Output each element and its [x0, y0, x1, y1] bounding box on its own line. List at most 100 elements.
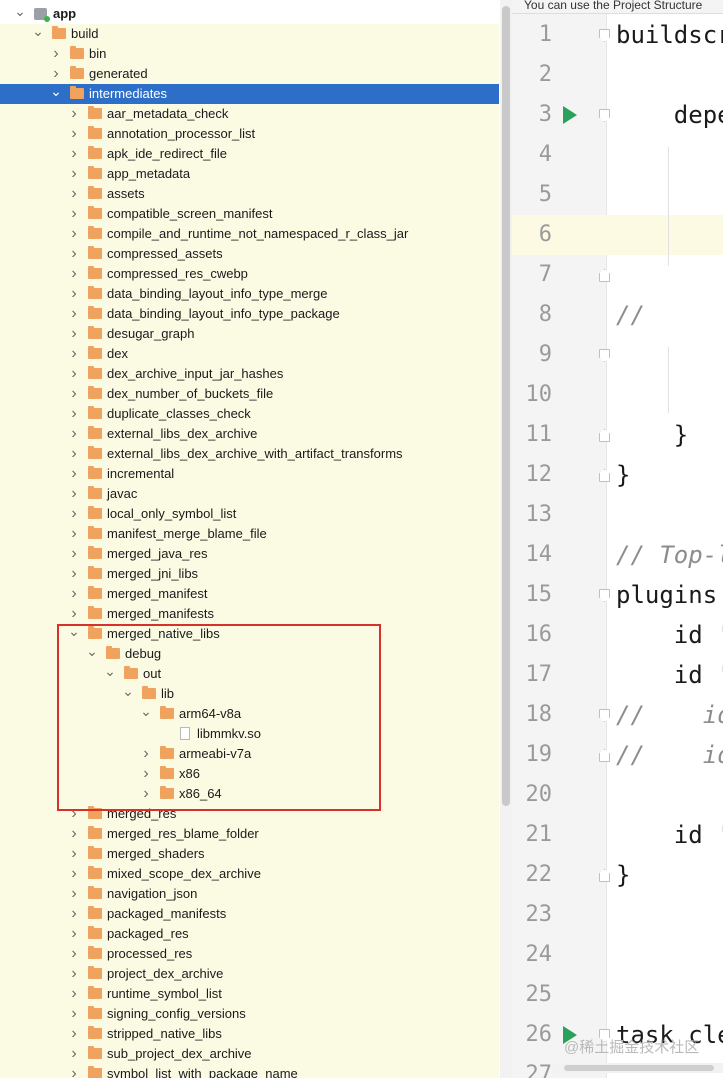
collapse-arrow-right-icon[interactable]: › [68, 964, 80, 984]
tree-folder-row[interactable]: › local_only_symbol_list [0, 504, 499, 524]
tree-folder-row[interactable]: ⌄ app [0, 4, 499, 24]
expand-arrow-down-icon[interactable]: ⌄ [50, 84, 62, 104]
collapse-arrow-right-icon[interactable]: › [140, 784, 152, 804]
collapse-arrow-right-icon[interactable]: › [68, 384, 80, 404]
tree-folder-row[interactable]: › manifest_merge_blame_file [0, 524, 499, 544]
collapse-arrow-right-icon[interactable]: › [68, 244, 80, 264]
tree-folder-row[interactable]: ⌄ intermediates [0, 84, 499, 104]
collapse-arrow-right-icon[interactable]: › [68, 544, 80, 564]
tree-folder-row[interactable]: › desugar_graph [0, 324, 499, 344]
tree-folder-row[interactable]: › x86_64 [0, 784, 499, 804]
collapse-arrow-right-icon[interactable]: › [68, 284, 80, 304]
collapse-arrow-right-icon[interactable]: › [50, 44, 62, 64]
tree-folder-row[interactable]: › compressed_res_cwebp [0, 264, 499, 284]
collapse-arrow-right-icon[interactable]: › [68, 224, 80, 244]
tree-folder-row[interactable]: ⌄ arm64-v8a [0, 704, 499, 724]
tree-folder-row[interactable]: › javac [0, 484, 499, 504]
collapse-arrow-right-icon[interactable]: › [68, 564, 80, 584]
collapse-arrow-right-icon[interactable]: › [68, 164, 80, 184]
tree-folder-row[interactable]: › generated [0, 64, 499, 84]
tree-folder-row[interactable]: › dex [0, 344, 499, 364]
tree-folder-row[interactable]: › merged_res_blame_folder [0, 824, 499, 844]
expand-arrow-down-icon[interactable]: ⌄ [68, 624, 80, 644]
tree-folder-row[interactable]: › packaged_res [0, 924, 499, 944]
expand-arrow-down-icon[interactable]: ⌄ [122, 684, 134, 704]
tree-folder-row[interactable]: › packaged_manifests [0, 904, 499, 924]
collapse-arrow-right-icon[interactable]: › [68, 984, 80, 1004]
tree-folder-row[interactable]: ⌄ lib [0, 684, 499, 704]
tree-folder-row[interactable]: › stripped_native_libs [0, 1024, 499, 1044]
expand-arrow-down-icon[interactable]: ⌄ [14, 4, 26, 24]
tree-folder-row[interactable]: › data_binding_layout_info_type_package [0, 304, 499, 324]
collapse-arrow-right-icon[interactable]: › [68, 504, 80, 524]
tree-folder-row[interactable]: › bin [0, 44, 499, 64]
tree-file-row[interactable]: libmmkv.so [0, 724, 499, 744]
collapse-arrow-right-icon[interactable]: › [68, 944, 80, 964]
editor-scroll-thumb[interactable] [564, 1065, 714, 1071]
tree-folder-row[interactable]: › x86 [0, 764, 499, 784]
collapse-arrow-right-icon[interactable]: › [68, 404, 80, 424]
tree-folder-row[interactable]: › processed_res [0, 944, 499, 964]
tree-folder-row[interactable]: › merged_shaders [0, 844, 499, 864]
tree-folder-row[interactable]: › signing_config_versions [0, 1004, 499, 1024]
collapse-arrow-right-icon[interactable]: › [68, 324, 80, 344]
tree-folder-row[interactable]: › merged_res [0, 804, 499, 824]
collapse-arrow-right-icon[interactable]: › [68, 924, 80, 944]
tree-folder-row[interactable]: › apk_ide_redirect_file [0, 144, 499, 164]
collapse-arrow-right-icon[interactable]: › [68, 444, 80, 464]
collapse-arrow-right-icon[interactable]: › [68, 204, 80, 224]
tree-folder-row[interactable]: ⌄ out [0, 664, 499, 684]
tree-folder-row[interactable]: › data_binding_layout_info_type_merge [0, 284, 499, 304]
tree-folder-row[interactable]: › assets [0, 184, 499, 204]
collapse-arrow-right-icon[interactable]: › [68, 304, 80, 324]
collapse-arrow-right-icon[interactable]: › [68, 884, 80, 904]
tree-folder-row[interactable]: › dex_number_of_buckets_file [0, 384, 499, 404]
tree-folder-row[interactable]: › external_libs_dex_archive [0, 424, 499, 444]
collapse-arrow-right-icon[interactable]: › [68, 344, 80, 364]
expand-arrow-down-icon[interactable]: ⌄ [86, 644, 98, 664]
collapse-arrow-right-icon[interactable]: › [68, 524, 80, 544]
tree-folder-row[interactable]: › app_metadata [0, 164, 499, 184]
tree-folder-row[interactable]: › duplicate_classes_check [0, 404, 499, 424]
collapse-arrow-right-icon[interactable]: › [50, 64, 62, 84]
code-editor[interactable]: You can use the Project Structure 1 build… [512, 0, 723, 1078]
collapse-arrow-right-icon[interactable]: › [68, 264, 80, 284]
tree-folder-row[interactable]: › aar_metadata_check [0, 104, 499, 124]
tree-folder-row[interactable]: › merged_manifest [0, 584, 499, 604]
tree-folder-row[interactable]: › merged_jni_libs [0, 564, 499, 584]
expand-arrow-down-icon[interactable]: ⌄ [32, 24, 44, 44]
tree-scroll-thumb[interactable] [502, 6, 510, 806]
tree-folder-row[interactable]: › sub_project_dex_archive [0, 1044, 499, 1064]
tree-folder-row[interactable]: › compile_and_runtime_not_namespaced_r_cl… [0, 224, 499, 244]
tree-folder-row[interactable]: ⌄ build [0, 24, 499, 44]
collapse-arrow-right-icon[interactable]: › [68, 844, 80, 864]
tree-folder-row[interactable]: › dex_archive_input_jar_hashes [0, 364, 499, 384]
tree-folder-row[interactable]: › mixed_scope_dex_archive [0, 864, 499, 884]
collapse-arrow-right-icon[interactable]: › [68, 804, 80, 824]
collapse-arrow-right-icon[interactable]: › [68, 1044, 80, 1064]
collapse-arrow-right-icon[interactable]: › [68, 424, 80, 444]
tree-folder-row[interactable]: › merged_java_res [0, 544, 499, 564]
collapse-arrow-right-icon[interactable]: › [68, 1024, 80, 1044]
tree-folder-row[interactable]: › navigation_json [0, 884, 499, 904]
collapse-arrow-right-icon[interactable]: › [68, 464, 80, 484]
collapse-arrow-right-icon[interactable]: › [68, 364, 80, 384]
collapse-arrow-right-icon[interactable]: › [68, 484, 80, 504]
collapse-arrow-right-icon[interactable]: › [140, 764, 152, 784]
tree-folder-row[interactable]: › runtime_symbol_list [0, 984, 499, 1004]
tree-scrollbar[interactable] [500, 0, 512, 1078]
tree-folder-row[interactable]: › project_dex_archive [0, 964, 499, 984]
collapse-arrow-right-icon[interactable]: › [68, 124, 80, 144]
collapse-arrow-right-icon[interactable]: › [68, 184, 80, 204]
collapse-arrow-right-icon[interactable]: › [68, 824, 80, 844]
collapse-arrow-right-icon[interactable]: › [68, 904, 80, 924]
editor-horizontal-scrollbar[interactable] [552, 1063, 723, 1073]
tree-folder-row[interactable]: ⌄ debug [0, 644, 499, 664]
tree-folder-row[interactable]: › merged_manifests [0, 604, 499, 624]
tree-folder-row[interactable]: › symbol_list_with_package_name [0, 1064, 499, 1078]
collapse-arrow-right-icon[interactable]: › [68, 584, 80, 604]
run-gutter-icon[interactable] [563, 106, 577, 124]
collapse-arrow-right-icon[interactable]: › [68, 104, 80, 124]
tree-folder-row[interactable]: › compressed_assets [0, 244, 499, 264]
collapse-arrow-right-icon[interactable]: › [68, 604, 80, 624]
